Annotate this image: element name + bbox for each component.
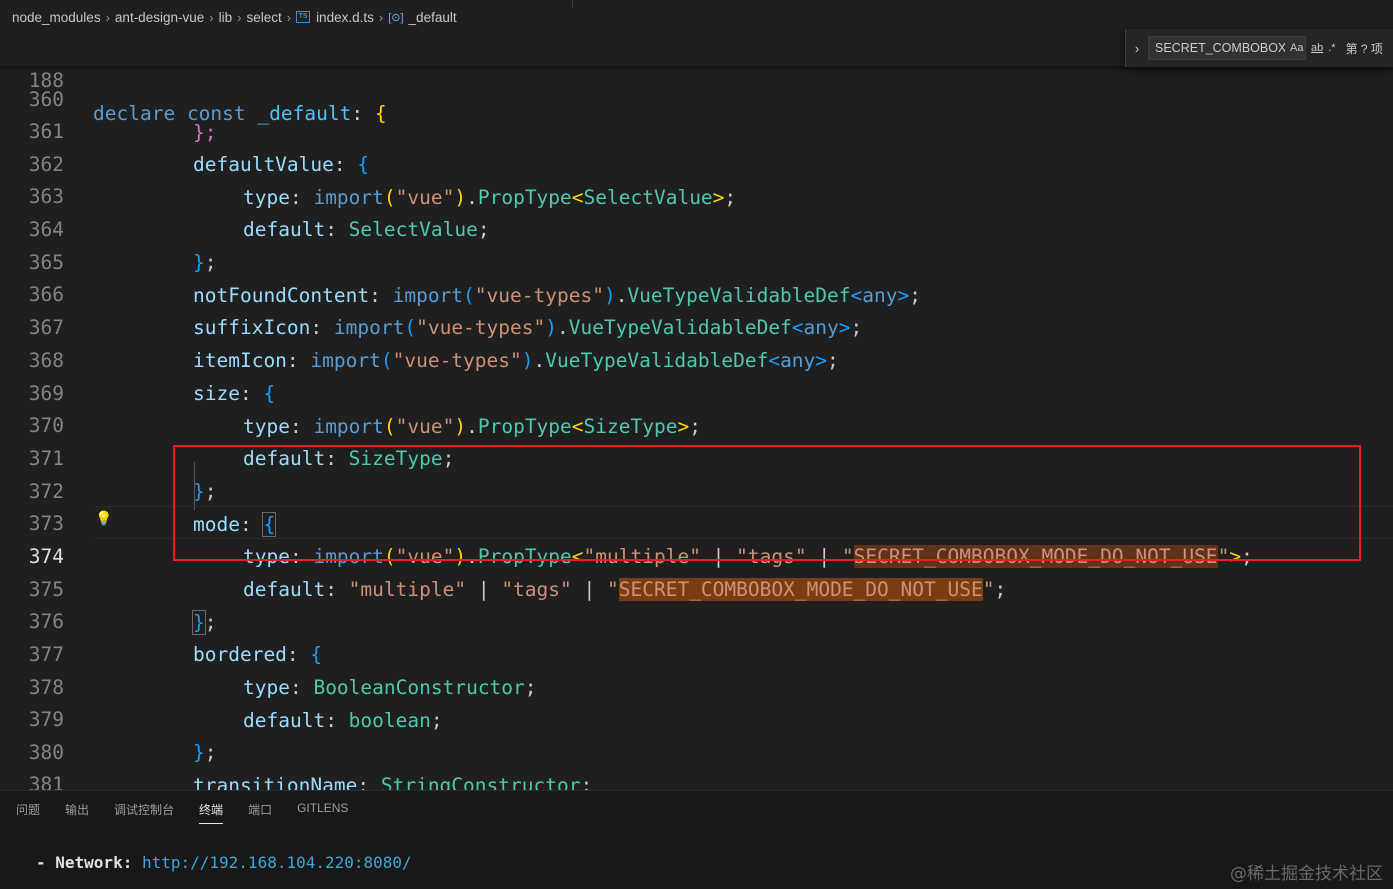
breadcrumb-lib[interactable]: lib	[219, 10, 233, 25]
chevron-right-icon: ›	[209, 9, 214, 25]
breadcrumb-symbol[interactable]: [⊙] _default	[388, 10, 456, 25]
breadcrumb-ant-design-vue[interactable]: ant-design-vue	[115, 10, 204, 25]
divider	[572, 0, 573, 8]
breadcrumb-node-modules[interactable]: node_modules	[12, 10, 101, 25]
line-number: 188	[28, 69, 64, 92]
whole-word-icon[interactable]: ab	[1311, 42, 1323, 54]
tab-terminal[interactable]: 终端	[199, 801, 224, 824]
breadcrumb-select[interactable]: select	[246, 10, 281, 25]
breadcrumb-file[interactable]: TS index.d.ts	[296, 10, 374, 25]
bottom-panel: 问题 输出 调试控制台 终端 端口 GITLENS - Network: htt…	[0, 790, 1393, 889]
typescript-file-icon: TS	[296, 11, 311, 23]
breadcrumb-symbol-label: _default	[408, 9, 457, 25]
watermark: @稀土掘金技术社区	[1230, 864, 1383, 884]
tab-debug-console[interactable]: 调试控制台	[114, 801, 174, 824]
chevron-right-icon: ›	[105, 9, 110, 25]
regex-icon[interactable]: .*	[1328, 42, 1335, 54]
chevron-right-icon: ›	[237, 9, 242, 25]
tab-gitlens[interactable]: GITLENS	[297, 801, 348, 824]
tab-problems[interactable]: 问题	[16, 801, 40, 824]
tab-ports[interactable]: 端口	[248, 801, 272, 824]
lightbulb-icon[interactable]: 💡	[95, 510, 112, 528]
find-result-count: 第 ? 项	[1345, 41, 1383, 56]
toggle-replace-chevron-icon[interactable]: ›	[1126, 41, 1148, 56]
find-input-value: SECRET_COMBOBOX_MODE_DO_NOT_USE	[1155, 41, 1285, 55]
variable-symbol-icon: [⊙]	[388, 11, 404, 24]
code-line[interactable]: declare const _default: {	[93, 97, 387, 130]
match-case-icon[interactable]: Aa	[1290, 42, 1303, 54]
find-widget: › SECRET_COMBOBOX_MODE_DO_NOT_USE Aa ab …	[1125, 29, 1393, 67]
chevron-right-icon: ›	[286, 9, 292, 25]
annotation-highlight-box	[173, 445, 1361, 561]
tab-output[interactable]: 输出	[65, 801, 89, 824]
code-editor[interactable]: 188 declare const _default: { 💡 360 }; 3…	[0, 34, 1393, 790]
find-input[interactable]: SECRET_COMBOBOX_MODE_DO_NOT_USE Aa	[1148, 36, 1306, 60]
terminal-network-label: - Network:	[36, 853, 133, 872]
terminal-network-url[interactable]: http://192.168.104.220:8080/	[142, 853, 412, 872]
breadcrumb-file-label: index.d.ts	[316, 9, 374, 25]
chevron-right-icon: ›	[378, 9, 384, 25]
panel-tabs: 问题 输出 调试控制台 终端 端口 GITLENS	[16, 801, 373, 824]
terminal-output-line[interactable]: - Network: http://192.168.104.220:8080/	[36, 853, 412, 872]
